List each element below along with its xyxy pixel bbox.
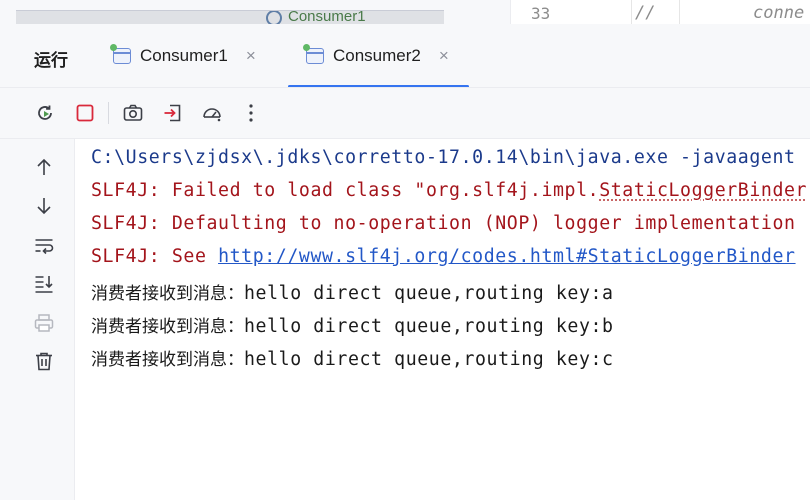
scroll-to-end-icon[interactable] — [32, 272, 56, 296]
run-config-icon — [266, 10, 282, 25]
console-error-line: SLF4J: Failed to load class "org.slf4j.i… — [91, 180, 807, 201]
editor-tab-label: Consumer1 — [288, 10, 366, 25]
gutter-divider — [631, 0, 632, 24]
line-number: 33 — [531, 4, 550, 23]
console-side-toolbar — [0, 139, 75, 500]
console-error-line: SLF4J: Defaulting to no-operation (NOP) … — [91, 213, 796, 234]
comment-slashes: // — [635, 3, 655, 23]
rerun-icon[interactable] — [33, 101, 57, 125]
print-icon[interactable] — [32, 311, 56, 335]
profiler-gauge-icon[interactable] — [200, 101, 224, 125]
console-output-line: 消费者接收到消息：hello direct queue,routing key:… — [91, 345, 614, 370]
scroll-down-icon[interactable] — [32, 194, 56, 218]
run-panel-header: 运行 Consumer1 × Consumer2 × — [0, 24, 810, 88]
gutter-divider — [679, 0, 680, 24]
more-options-icon[interactable] — [239, 101, 263, 125]
run-config-icon — [113, 48, 131, 64]
editor-fragment: 33 // conne — [510, 0, 810, 24]
console-output[interactable]: C:\Users\zjdsx\.jdks\corretto-17.0.14\bi… — [75, 139, 810, 500]
output-text: hello direct queue,routing key:a — [244, 283, 614, 304]
close-icon[interactable]: × — [439, 46, 449, 66]
run-toolbar — [0, 88, 810, 139]
scroll-up-icon[interactable] — [32, 155, 56, 179]
panel-title: 运行 — [34, 46, 68, 71]
console-output-line: 消费者接收到消息：hello direct queue,routing key:… — [91, 312, 614, 337]
console-link[interactable]: http://www.slf4j.org/codes.html#StaticLo… — [218, 246, 796, 267]
output-prefix: 消费者接收到消息： — [91, 284, 244, 304]
screenshot-camera-icon[interactable] — [121, 101, 145, 125]
editor-tab-partial[interactable]: Consumer1 — [16, 10, 444, 25]
running-indicator — [303, 44, 310, 51]
tab-label: Consumer2 — [333, 46, 421, 66]
running-indicator — [110, 44, 117, 51]
tab-consumer2[interactable]: Consumer2 × — [306, 36, 449, 76]
run-config-icon — [306, 48, 324, 64]
output-prefix: 消费者接收到消息： — [91, 317, 244, 337]
clear-all-icon[interactable] — [32, 349, 56, 373]
console-error-line: SLF4J: See http://www.slf4j.org/codes.ht… — [91, 246, 796, 267]
restore-layout-icon[interactable] — [161, 101, 185, 125]
tab-label: Consumer1 — [140, 46, 228, 66]
close-icon[interactable]: × — [246, 46, 256, 66]
console-output-line: 消费者接收到消息：hello direct queue,routing key:… — [91, 279, 614, 304]
error-class-name: StaticLoggerBinder — [599, 180, 807, 201]
tab-consumer1[interactable]: Consumer1 × — [113, 36, 256, 76]
error-text: SLF4J: See — [91, 246, 218, 267]
toolbar-separator — [108, 102, 109, 124]
error-text: SLF4J: Failed to load class "org.slf4j.i… — [91, 180, 599, 201]
comment-text: conne — [753, 3, 804, 23]
console-command-line: C:\Users\zjdsx\.jdks\corretto-17.0.14\bi… — [91, 147, 796, 168]
editor-top-strip: Consumer1 33 // conne — [0, 0, 810, 24]
output-text: hello direct queue,routing key:b — [244, 316, 614, 337]
output-text: hello direct queue,routing key:c — [244, 349, 614, 370]
output-prefix: 消费者接收到消息： — [91, 350, 244, 370]
stop-icon[interactable] — [73, 101, 97, 125]
soft-wrap-icon[interactable] — [32, 234, 56, 258]
